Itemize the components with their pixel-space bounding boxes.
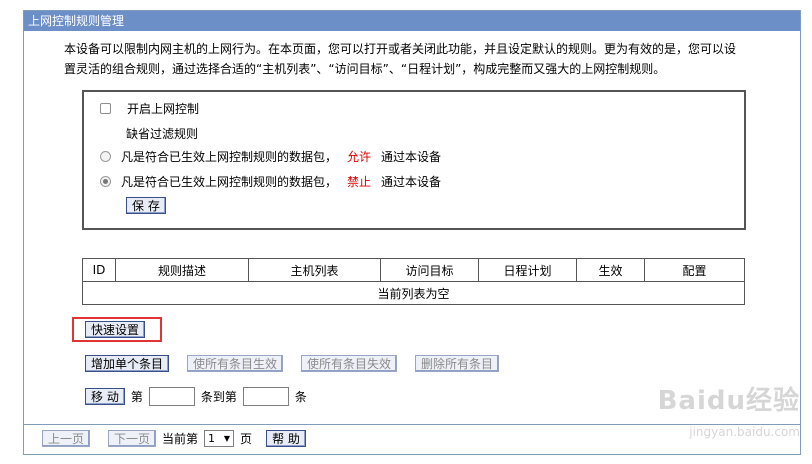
column-header-config: 配置	[644, 258, 745, 282]
control-settings-box: 开启上网控制 缺省过滤规则 凡是符合已生效上网控制规则的数据包， 允许 通过本设…	[82, 90, 746, 230]
allow-option-suffix: 通过本设备	[381, 150, 442, 164]
column-header-enabled: 生效	[576, 258, 645, 282]
watermark-url: jingyan.baidu.com	[689, 425, 800, 439]
allow-option-prefix: 凡是符合已生效上网控制规则的数据包，	[121, 150, 338, 164]
quick-setup-button[interactable]: 快速设置	[85, 321, 146, 338]
allow-option-row: 凡是符合已生效上网控制规则的数据包， 允许 通过本设备	[100, 148, 441, 165]
deny-radio[interactable]	[100, 176, 111, 187]
save-button[interactable]: 保 存	[126, 197, 166, 214]
page-suffix-label: 页	[240, 432, 253, 446]
allow-action-text: 允许	[347, 150, 372, 164]
rules-table: ID 规则描述 主机列表 访问目标 日程计划 生效 配置 当前列表为空	[82, 258, 745, 305]
move-from-label: 第	[130, 390, 143, 404]
default-rule-label: 缺省过滤规则	[126, 127, 199, 141]
page-title: 上网控制规则管理	[24, 11, 800, 31]
add-entry-button[interactable]: 增加单个条目	[85, 355, 170, 372]
save-row: 保 存	[126, 197, 166, 214]
move-button[interactable]: 移 动	[85, 388, 125, 405]
move-row: 移 动 第 条到第 条	[85, 387, 307, 406]
description-line-2: 置灵活的组合规则，通过选择合适的“主机列表”、“访问目标”、“日程计划”，构成完…	[64, 62, 666, 76]
enable-row: 开启上网控制	[100, 100, 199, 117]
page-select-value: 1	[208, 432, 216, 445]
column-header-target: 访问目标	[380, 258, 479, 282]
column-header-host-list: 主机列表	[248, 258, 381, 282]
page-select[interactable]: 1 ▼	[204, 430, 235, 447]
move-end-label: 条	[294, 390, 307, 404]
default-rule-heading-row: 缺省过滤规则	[126, 125, 198, 142]
column-header-id: ID	[82, 258, 116, 282]
quick-setup-row: 快速设置	[85, 321, 146, 338]
move-to-label: 条到第	[200, 390, 237, 404]
enable-all-button[interactable]: 使所有条目生效	[187, 355, 284, 372]
enable-control-label: 开启上网控制	[127, 102, 200, 116]
watermark-logo: Baidu经验	[657, 386, 800, 416]
watermark: Baidu经验 jingyan.baidu.com	[658, 380, 800, 439]
delete-all-button[interactable]: 删除所有条目	[415, 355, 500, 372]
deny-action-text: 禁止	[347, 175, 372, 189]
column-header-description: 规则描述	[115, 258, 249, 282]
column-header-schedule: 日程计划	[478, 258, 577, 282]
move-from-input[interactable]	[148, 387, 195, 406]
prev-page-button[interactable]: 上一页	[42, 430, 91, 447]
help-button[interactable]: 帮 助	[266, 430, 306, 447]
deny-option-row: 凡是符合已生效上网控制规则的数据包， 禁止 通过本设备	[100, 173, 441, 190]
next-page-button[interactable]: 下一页	[108, 430, 157, 447]
table-row: 当前列表为空	[82, 281, 745, 305]
allow-radio[interactable]	[100, 151, 111, 162]
pager-row: 上一页 下一页 当前第 1 ▼ 页 帮 助	[42, 430, 306, 447]
enable-control-checkbox[interactable]	[100, 103, 111, 114]
deny-option-prefix: 凡是符合已生效上网控制规则的数据包，	[121, 175, 338, 189]
current-page-label: 当前第	[162, 432, 199, 446]
empty-table-message: 当前列表为空	[82, 281, 745, 305]
move-to-input[interactable]	[242, 387, 289, 406]
chevron-down-icon: ▼	[223, 434, 231, 443]
table-header-row: ID 规则描述 主机列表 访问目标 日程计划 生效 配置	[82, 258, 745, 282]
page-description: 本设备可以限制内网主机的上网行为。在本页面，您可以打开或者关闭此功能，并且设定默…	[64, 39, 794, 79]
description-line-1: 本设备可以限制内网主机的上网行为。在本页面，您可以打开或者关闭此功能，并且设定默…	[64, 42, 737, 56]
disable-all-button[interactable]: 使所有条目失效	[301, 355, 398, 372]
bulk-actions-row: 增加单个条目 使所有条目生效 使所有条目失效 删除所有条目	[85, 355, 500, 372]
deny-option-suffix: 通过本设备	[381, 175, 442, 189]
